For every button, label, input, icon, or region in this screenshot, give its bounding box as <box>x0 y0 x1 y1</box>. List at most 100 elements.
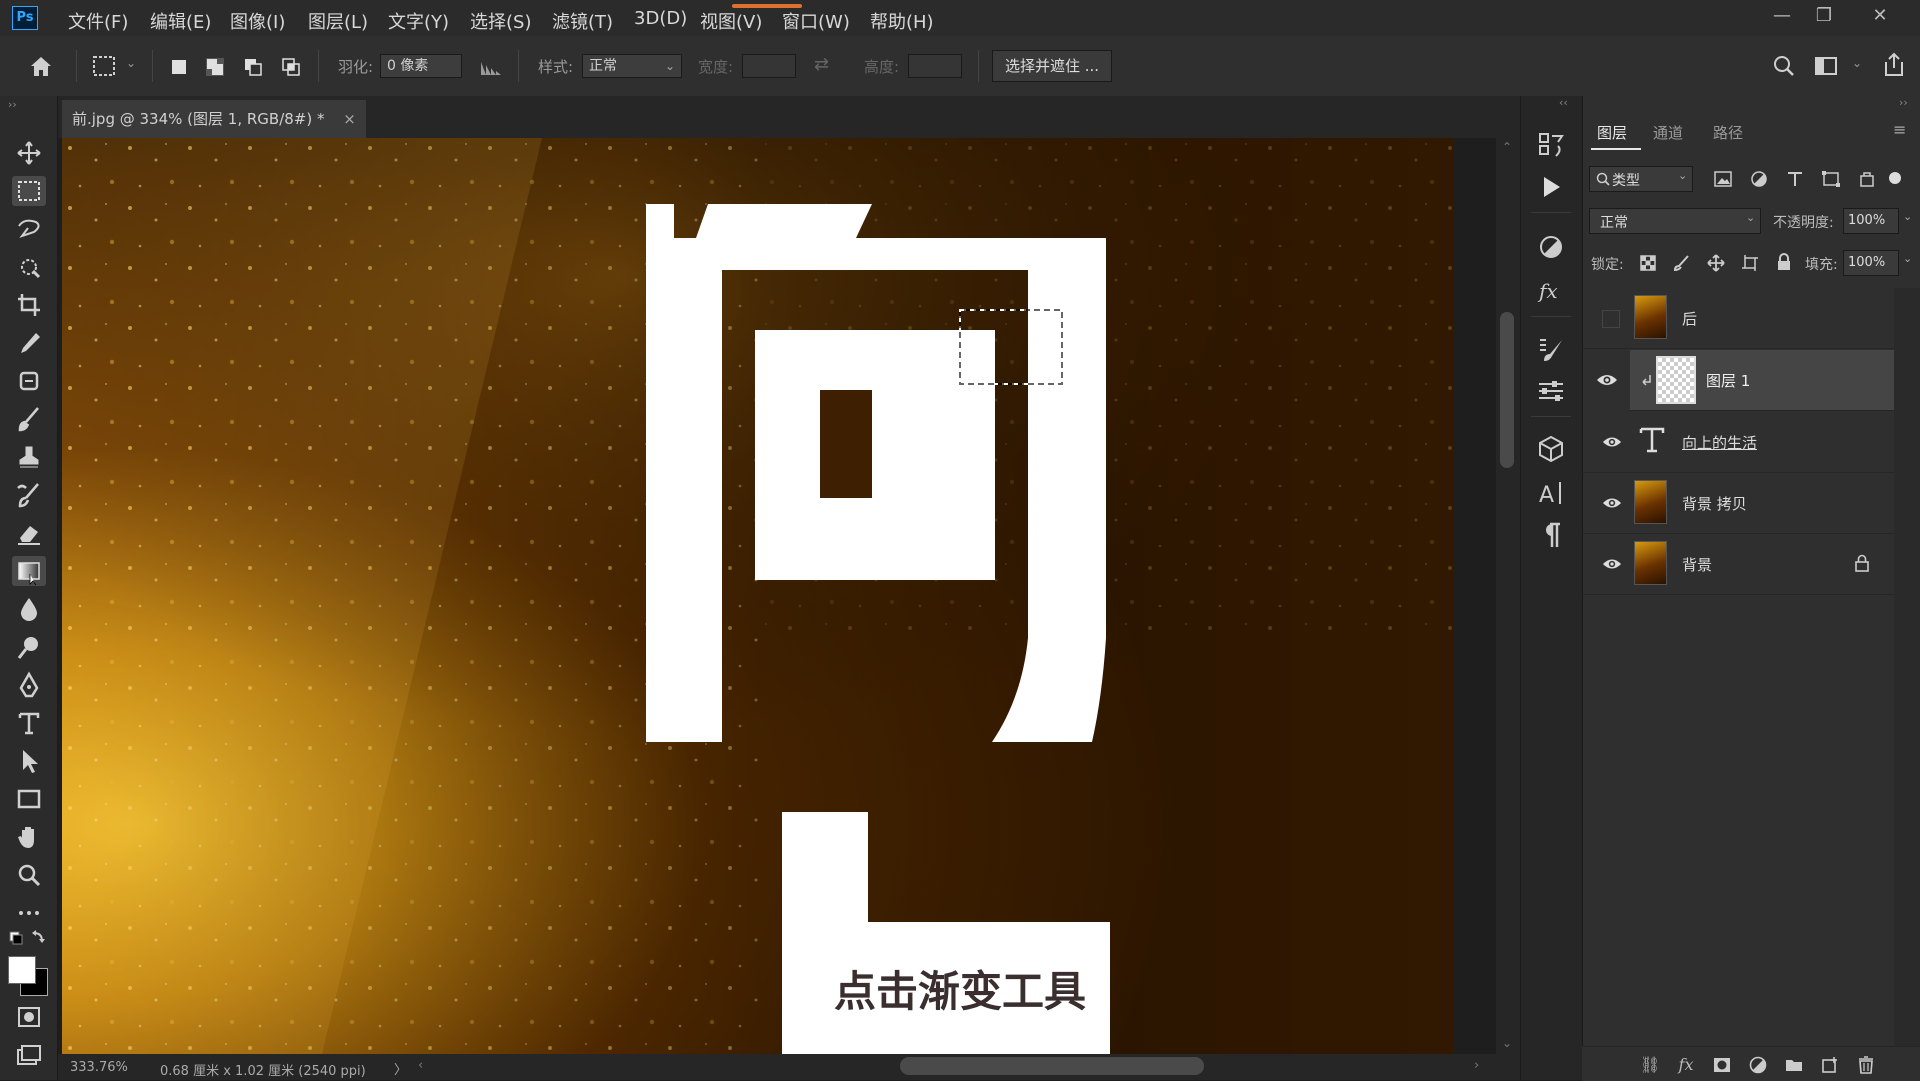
tab-channels[interactable]: 通道 <box>1653 122 1683 143</box>
expand-icon[interactable]: ›› <box>1899 96 1908 109</box>
zoom-level[interactable]: 333.76% <box>70 1060 128 1075</box>
blend-mode-select[interactable]: 正常 ⌄ <box>1589 208 1761 234</box>
scroll-down-icon[interactable]: ⌄ <box>1502 1036 1512 1050</box>
new-adjustment-layer-icon[interactable] <box>1748 1055 1768 1075</box>
scroll-right-icon[interactable]: › <box>1474 1058 1479 1073</box>
layer-row-selected[interactable]: 图层 1 <box>1630 350 1894 411</box>
menu-view[interactable]: 视图(V) <box>700 8 762 34</box>
actions-play-icon[interactable] <box>1536 172 1566 202</box>
new-group-icon[interactable] <box>1784 1055 1804 1075</box>
add-mask-icon[interactable] <box>1712 1055 1732 1075</box>
clone-stamp-tool-icon[interactable] <box>12 442 46 472</box>
eye-icon[interactable] <box>1602 434 1622 450</box>
rectangular-marquee-tool-icon[interactable] <box>12 176 46 206</box>
tab-paths[interactable]: 路径 <box>1713 122 1743 143</box>
menu-select[interactable]: 选择(S) <box>470 8 531 34</box>
panel-menu-icon[interactable]: ≡ <box>1893 120 1906 139</box>
close-window-icon[interactable]: ✕ <box>1862 4 1898 28</box>
history-icon[interactable] <box>1536 130 1566 160</box>
eye-icon[interactable] <box>1602 495 1622 511</box>
document-tab[interactable]: 前.jpg @ 334% (图层 1, RGB/8#) * × <box>62 100 366 138</box>
layers-scrollbar[interactable] <box>1894 288 1920 1046</box>
crop-tool-icon[interactable] <box>12 290 46 320</box>
select-and-mask-button[interactable]: 选择并遮住 ... <box>992 50 1112 82</box>
layer-row[interactable]: 后 <box>1582 288 1894 349</box>
styles-fx-icon[interactable]: fx <box>1536 276 1566 306</box>
paragraph-icon[interactable] <box>1536 520 1566 550</box>
eye-icon[interactable] <box>1596 372 1618 388</box>
scroll-up-icon[interactable]: ⌃ <box>1502 140 1512 154</box>
dodge-tool-icon[interactable] <box>12 632 46 662</box>
close-tab-icon[interactable]: × <box>343 110 356 128</box>
menu-file[interactable]: 文件(F) <box>68 8 128 34</box>
horizontal-scroll-thumb[interactable] <box>900 1057 1204 1075</box>
visibility-toggle-off[interactable] <box>1602 310 1620 328</box>
pen-tool-icon[interactable] <box>12 670 46 700</box>
height-input[interactable] <box>908 54 962 78</box>
vertical-scrollbar[interactable]: ⌃ ⌄ <box>1496 138 1520 1054</box>
add-layer-style-icon[interactable]: fx <box>1676 1055 1696 1075</box>
restore-icon[interactable]: ❐ <box>1806 4 1842 28</box>
adjustments-icon[interactable] <box>1536 232 1566 262</box>
lock-artboard-icon[interactable] <box>1741 254 1759 272</box>
tab-layers[interactable]: 图层 <box>1597 122 1627 143</box>
layer-name[interactable]: 向上的生活 <box>1682 432 1757 453</box>
style-select[interactable]: 正常 ⌄ <box>582 54 682 78</box>
brush-tool-icon[interactable] <box>12 404 46 434</box>
chevron-down-icon[interactable]: ⌄ <box>1903 252 1912 265</box>
layer-name[interactable]: 后 <box>1682 308 1697 329</box>
photoshop-logo[interactable]: Ps <box>12 6 38 30</box>
layer-name[interactable]: 背景 <box>1682 554 1712 575</box>
collapse-icon[interactable]: ›› <box>8 98 17 111</box>
zoom-tool-icon[interactable] <box>12 860 46 890</box>
menu-filter[interactable]: 滤镜(T) <box>552 8 613 34</box>
anti-alias-icon[interactable] <box>478 56 504 78</box>
fill-input[interactable]: 100% <box>1843 250 1899 276</box>
delete-layer-icon[interactable] <box>1856 1055 1876 1075</box>
lasso-tool-icon[interactable] <box>12 214 46 244</box>
history-brush-tool-icon[interactable] <box>12 480 46 510</box>
lock-all-icon[interactable] <box>1775 252 1793 272</box>
filter-type-icon[interactable] <box>1785 170 1805 188</box>
character-icon[interactable]: A <box>1536 478 1566 508</box>
intersect-selection-icon[interactable] <box>282 58 300 76</box>
chevron-down-icon[interactable]: ⌄ <box>1903 210 1912 223</box>
status-menu-arrow[interactable]: 〉 <box>394 1059 407 1078</box>
filter-pixel-icon[interactable] <box>1713 170 1733 188</box>
menu-type[interactable]: 文字(Y) <box>388 8 449 34</box>
default-colors-icon[interactable] <box>8 928 48 948</box>
layer-row[interactable]: 背景 拷贝 <box>1582 473 1894 534</box>
chevron-down-icon[interactable]: ⌄ <box>126 56 136 70</box>
patch-tool-icon[interactable] <box>12 366 46 396</box>
lock-image-pixels-icon[interactable] <box>1673 254 1691 272</box>
new-layer-icon[interactable] <box>1820 1055 1840 1075</box>
marquee-preset-icon[interactable] <box>92 54 118 78</box>
menu-window[interactable]: 窗口(W) <box>782 8 850 34</box>
search-icon[interactable] <box>1772 54 1796 78</box>
layer-name[interactable]: 背景 拷贝 <box>1682 493 1747 514</box>
workspace-icon[interactable] <box>1814 56 1838 76</box>
move-tool-icon[interactable] <box>12 138 46 168</box>
rectangle-tool-icon[interactable] <box>12 784 46 814</box>
add-selection-icon[interactable] <box>206 58 224 76</box>
eyedropper-tool-icon[interactable] <box>12 328 46 358</box>
document-canvas[interactable] <box>62 138 1454 1054</box>
link-layers-icon[interactable]: ⛓ <box>1640 1055 1660 1075</box>
3d-icon[interactable] <box>1536 434 1566 464</box>
layer-name[interactable]: 图层 1 <box>1706 370 1750 391</box>
new-selection-icon[interactable] <box>170 58 188 76</box>
eraser-tool-icon[interactable] <box>12 518 46 548</box>
layer-row[interactable]: 向上的生活 <box>1582 412 1894 473</box>
swap-icon[interactable]: ⇄ <box>814 54 829 75</box>
menu-help[interactable]: 帮助(H) <box>870 8 934 34</box>
filter-toggle[interactable] <box>1889 172 1901 184</box>
blur-tool-icon[interactable] <box>12 594 46 624</box>
lock-transparent-pixels-icon[interactable] <box>1639 254 1657 272</box>
layer-row[interactable]: 背景 <box>1582 534 1894 595</box>
menu-edit[interactable]: 编辑(E) <box>150 8 211 34</box>
subtract-selection-icon[interactable] <box>244 58 262 76</box>
menu-image[interactable]: 图像(I) <box>230 8 285 34</box>
collapse-icon[interactable]: ‹‹ <box>1559 96 1568 109</box>
hand-tool-icon[interactable] <box>12 822 46 852</box>
minimize-icon[interactable]: — <box>1764 4 1800 28</box>
